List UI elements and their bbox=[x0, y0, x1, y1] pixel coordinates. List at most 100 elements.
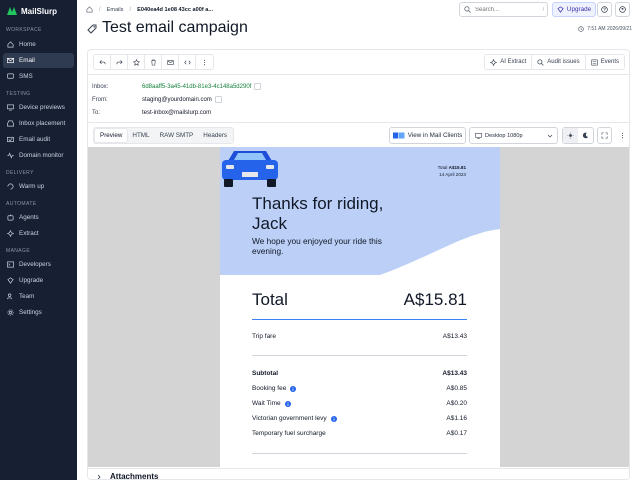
upgrade-icon bbox=[7, 277, 14, 284]
gear-icon bbox=[7, 309, 14, 316]
reply-icon bbox=[98, 59, 105, 64]
view-source-button[interactable] bbox=[179, 55, 196, 69]
sidebar-item-agents[interactable]: Agents bbox=[3, 210, 74, 225]
sidebar-item-upgrade[interactable]: Upgrade bbox=[3, 273, 74, 288]
device-icon bbox=[7, 104, 14, 111]
line-item-label: Wait Time bbox=[252, 400, 281, 407]
forward-button[interactable] bbox=[111, 55, 128, 69]
ai-extract-label: AI Extract bbox=[500, 59, 527, 65]
attachments-bar[interactable]: Attachments bbox=[88, 468, 629, 479]
reply-button[interactable] bbox=[94, 55, 111, 69]
tab-headers[interactable]: Headers bbox=[198, 129, 232, 142]
toolbar-right-group: AI Extract Audit issues Events bbox=[484, 54, 625, 70]
sidebar-item-domain-monitor[interactable]: Domain monitor bbox=[3, 148, 74, 163]
star-button[interactable] bbox=[128, 55, 145, 69]
upgrade-label: Upgrade bbox=[566, 6, 592, 13]
email-body: Total A$15.81 14 April 2023 Thanks for r… bbox=[220, 147, 500, 467]
inbox-label: Inbox: bbox=[92, 83, 109, 90]
sidebar: MailSlurp WORKSPACE Home Email SMS TESTI… bbox=[0, 0, 77, 480]
email-preview: Total A$15.81 14 April 2023 Thanks for r… bbox=[88, 147, 629, 467]
sidebar-item-extract[interactable]: Extract bbox=[3, 226, 74, 241]
brand[interactable]: MailSlurp bbox=[0, 0, 77, 22]
email-top-total: Total A$15.81 14 April 2023 bbox=[438, 164, 466, 178]
car-icon bbox=[222, 151, 278, 187]
line-item-trip-fare: Trip fare A$13.43 bbox=[252, 333, 467, 340]
from-row: From: staging@yourdomain.com bbox=[92, 93, 622, 106]
device-select-value: Desktop 1080p bbox=[485, 132, 523, 139]
help-button[interactable] bbox=[597, 2, 612, 17]
tab-preview[interactable]: Preview bbox=[95, 129, 128, 142]
email-headline: Thanks for riding, Jack bbox=[252, 194, 384, 233]
view-in-mail-clients-button[interactable]: View in Mail Clients bbox=[389, 127, 466, 144]
chevron-right-icon bbox=[97, 474, 101, 479]
code-icon bbox=[183, 60, 191, 64]
brand-name: MailSlurp bbox=[21, 6, 58, 16]
total-value: A$15.81 bbox=[403, 290, 467, 309]
upgrade-button[interactable]: Upgrade bbox=[552, 2, 596, 17]
sidebar-item-home[interactable]: Home bbox=[3, 37, 74, 52]
inbox-row: Inbox: 6d8aaff5-3a45-41db-81e3-4c148a5d2… bbox=[92, 80, 622, 93]
audit-issues-label: Audit issues bbox=[547, 59, 580, 65]
total-row: Total A$15.81 bbox=[252, 290, 467, 310]
copy-icon[interactable] bbox=[254, 83, 262, 90]
audit-issues-button[interactable]: Audit issues bbox=[532, 55, 586, 69]
email-timestamp: 7:51 AM 2026/09/21 bbox=[578, 26, 632, 32]
preview-more-button[interactable] bbox=[615, 127, 629, 144]
more-button[interactable] bbox=[196, 55, 213, 69]
sidebar-item-device-previews[interactable]: Device previews bbox=[3, 100, 74, 115]
copy-icon[interactable] bbox=[214, 96, 222, 103]
fullscreen-button[interactable] bbox=[597, 127, 612, 144]
line-item-wait-time: Wait Time A$0.20 bbox=[252, 400, 467, 407]
sidebar-item-email[interactable]: Email bbox=[3, 53, 74, 68]
search-input[interactable] bbox=[475, 6, 535, 13]
sidebar-item-email-audit[interactable]: Email audit bbox=[3, 132, 74, 147]
sidebar-item-settings[interactable]: Settings bbox=[3, 305, 74, 320]
breadcrumb-email-id[interactable]: E040ea4d 1e08 43cc a00f a... bbox=[137, 7, 213, 13]
line-item-label: Booking fee bbox=[252, 385, 287, 392]
mailslurp-logo-icon bbox=[7, 7, 17, 15]
sidebar-item-warm-up[interactable]: Warm up bbox=[3, 179, 74, 194]
line-item-label: Subtotal bbox=[252, 370, 278, 377]
events-button[interactable]: Events bbox=[586, 55, 624, 69]
line-item-fuel-surcharge: Temporary fuel surcharge A$0.17 bbox=[252, 430, 467, 437]
info-icon[interactable] bbox=[284, 400, 291, 407]
sidebar-item-sms[interactable]: SMS bbox=[3, 69, 74, 84]
search-shortcut: / bbox=[542, 6, 544, 13]
team-icon bbox=[7, 293, 13, 300]
more-vertical-icon bbox=[621, 132, 624, 139]
home-icon[interactable] bbox=[86, 6, 93, 13]
delete-button[interactable] bbox=[145, 55, 162, 69]
line-item-value: A$1.16 bbox=[446, 415, 467, 422]
more-vertical-icon bbox=[203, 59, 206, 65]
sidebar-item-team[interactable]: Team bbox=[3, 289, 74, 304]
breadcrumb-separator: / bbox=[99, 6, 101, 13]
search-icon bbox=[464, 6, 471, 13]
mark-read-button[interactable] bbox=[162, 55, 179, 69]
sidebar-item-label: Extract bbox=[19, 230, 39, 237]
monitor-icon bbox=[7, 152, 14, 159]
ai-extract-button[interactable]: AI Extract bbox=[485, 55, 533, 69]
light-mode-button[interactable] bbox=[563, 128, 578, 143]
total-label: Total bbox=[252, 290, 288, 309]
tab-html[interactable]: HTML bbox=[127, 129, 154, 142]
divider bbox=[252, 355, 467, 356]
sidebar-item-label: Upgrade bbox=[19, 277, 44, 284]
line-item-label-wrap: Victorian government levy bbox=[252, 415, 337, 422]
inbox-link[interactable]: 6d8aaff5-3a45-41db-81e3-4c148a5d290f bbox=[142, 84, 251, 90]
device-select[interactable]: Desktop 1080p bbox=[469, 127, 558, 144]
dark-mode-button[interactable] bbox=[578, 128, 593, 143]
title-row: Test email campaign 7:51 AM 2026/09/21 bbox=[77, 19, 640, 47]
tab-raw-smtp[interactable]: RAW SMTP bbox=[155, 129, 199, 142]
sidebar-item-label: Settings bbox=[19, 309, 42, 316]
breadcrumb-emails[interactable]: Emails bbox=[107, 7, 124, 13]
user-icon bbox=[619, 6, 626, 13]
sidebar-item-inbox-placement[interactable]: Inbox placement bbox=[3, 116, 74, 131]
sidebar-item-developers[interactable]: Developers bbox=[3, 257, 74, 272]
sparkle-icon bbox=[490, 58, 498, 66]
info-icon[interactable] bbox=[330, 415, 337, 422]
search-box[interactable]: / bbox=[459, 2, 548, 17]
account-button[interactable] bbox=[615, 2, 630, 17]
info-icon[interactable] bbox=[290, 385, 297, 392]
mail-icon bbox=[7, 57, 14, 64]
clock-icon bbox=[578, 26, 584, 32]
